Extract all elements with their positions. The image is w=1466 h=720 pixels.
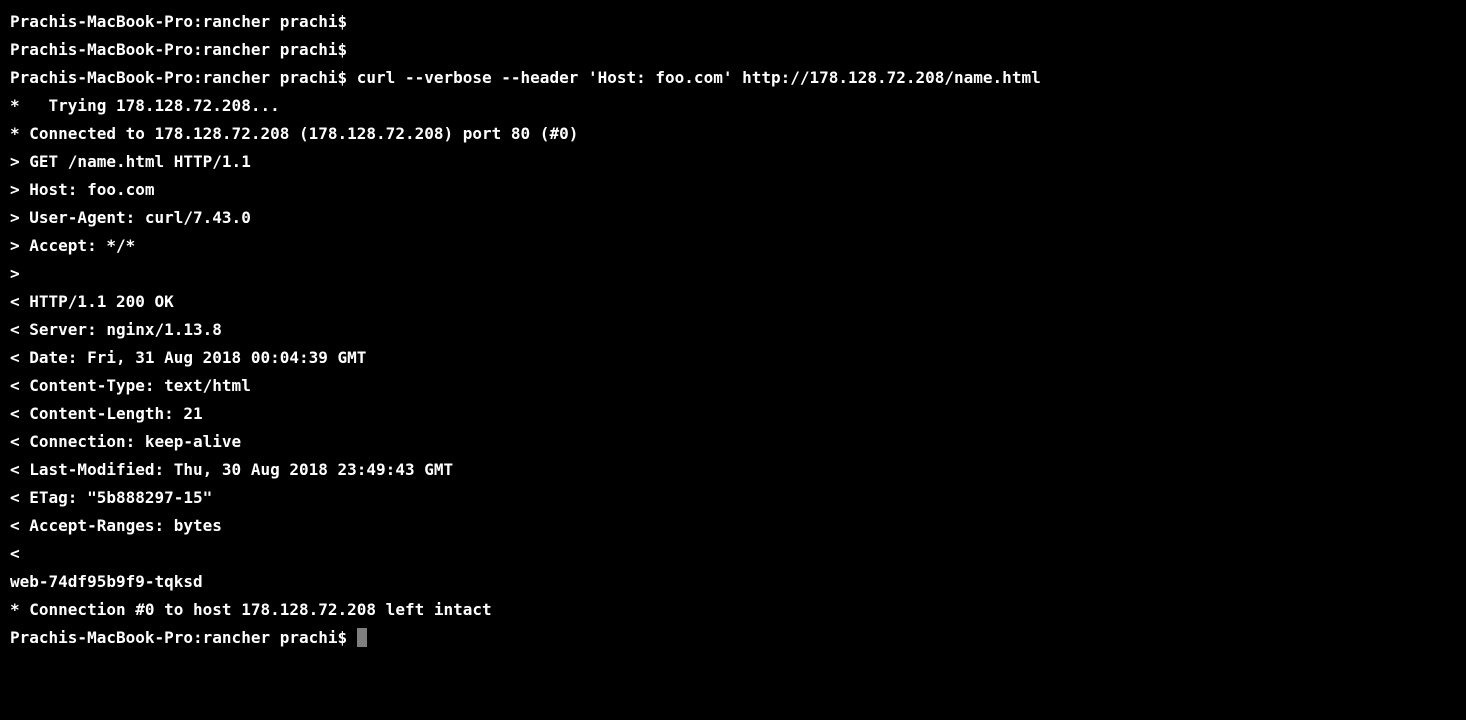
terminal-line: Prachis-MacBook-Pro:rancher prachi$ xyxy=(10,36,1456,64)
curl-command: curl --verbose --header 'Host: foo.com' … xyxy=(357,68,1041,87)
curl-output: < Last-Modified: Thu, 30 Aug 2018 23:49:… xyxy=(10,456,1456,484)
curl-output: * Connected to 178.128.72.208 (178.128.7… xyxy=(10,120,1456,148)
curl-output: * Connection #0 to host 178.128.72.208 l… xyxy=(10,596,1456,624)
terminal-window[interactable]: Prachis-MacBook-Pro:rancher prachi$ Prac… xyxy=(10,8,1456,652)
curl-output: < Content-Type: text/html xyxy=(10,372,1456,400)
curl-output: < Server: nginx/1.13.8 xyxy=(10,316,1456,344)
cursor-icon xyxy=(357,628,367,647)
curl-output: < Date: Fri, 31 Aug 2018 00:04:39 GMT xyxy=(10,344,1456,372)
curl-output: < xyxy=(10,540,1456,568)
terminal-line: Prachis-MacBook-Pro:rancher prachi$ curl… xyxy=(10,64,1456,92)
shell-prompt: Prachis-MacBook-Pro:rancher prachi$ xyxy=(10,628,357,647)
curl-output: < Content-Length: 21 xyxy=(10,400,1456,428)
curl-output: < ETag: "5b888297-15" xyxy=(10,484,1456,512)
curl-output: > xyxy=(10,260,1456,288)
curl-output: < Accept-Ranges: bytes xyxy=(10,512,1456,540)
shell-prompt: Prachis-MacBook-Pro:rancher prachi$ xyxy=(10,68,357,87)
curl-output: web-74df95b9f9-tqksd xyxy=(10,568,1456,596)
curl-output: > Host: foo.com xyxy=(10,176,1456,204)
terminal-line: Prachis-MacBook-Pro:rancher prachi$ xyxy=(10,8,1456,36)
shell-prompt: Prachis-MacBook-Pro:rancher prachi$ xyxy=(10,12,347,31)
curl-output: < Connection: keep-alive xyxy=(10,428,1456,456)
curl-output: > User-Agent: curl/7.43.0 xyxy=(10,204,1456,232)
terminal-line: Prachis-MacBook-Pro:rancher prachi$ xyxy=(10,624,1456,652)
curl-output: * Trying 178.128.72.208... xyxy=(10,92,1456,120)
curl-output: < HTTP/1.1 200 OK xyxy=(10,288,1456,316)
curl-output: > GET /name.html HTTP/1.1 xyxy=(10,148,1456,176)
curl-output: > Accept: */* xyxy=(10,232,1456,260)
shell-prompt: Prachis-MacBook-Pro:rancher prachi$ xyxy=(10,40,347,59)
